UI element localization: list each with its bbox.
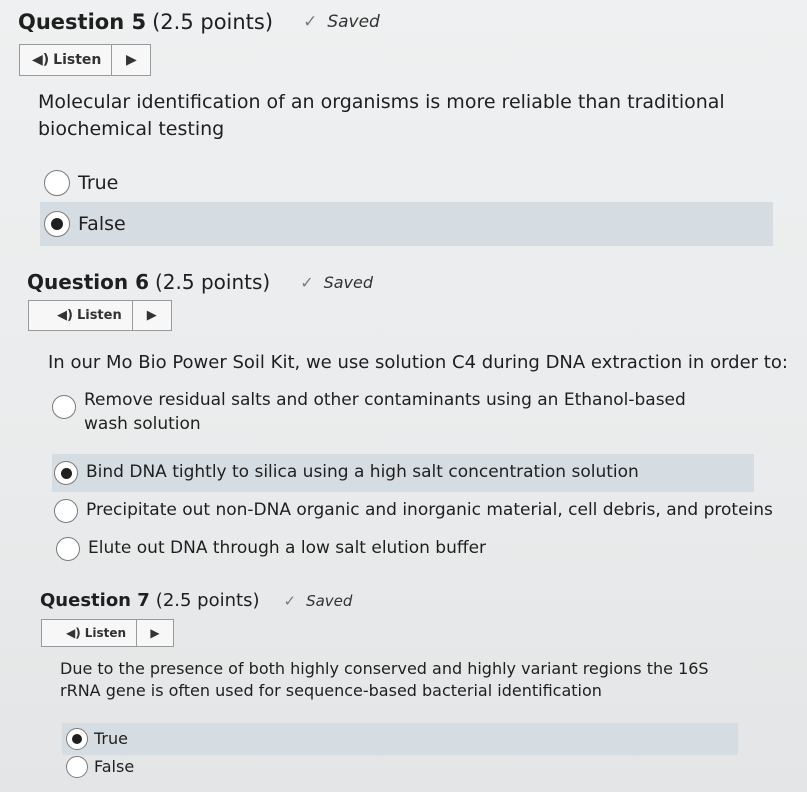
question-6-header: Question 6 (2.5 points) ✓ Saved xyxy=(27,270,373,294)
option-label: Remove residual salts and other contamin… xyxy=(84,390,686,434)
checkmark-icon: ✓ xyxy=(283,591,297,610)
option-label: Bind DNA tightly to silica using a high … xyxy=(86,462,639,483)
option-label: True xyxy=(78,171,119,194)
play-button[interactable]: ▶ xyxy=(112,45,150,75)
question-7-header: Question 7 (2.5 points) ✓ Saved xyxy=(40,590,352,611)
radio-button[interactable] xyxy=(52,395,76,419)
listen-label: Listen xyxy=(76,308,122,323)
listen-control: ◀) Listen ▶ xyxy=(41,619,175,647)
saved-label: Saved xyxy=(323,272,374,292)
play-icon: ▶ xyxy=(150,626,160,640)
radio-button-selected[interactable] xyxy=(44,211,70,237)
answer-option[interactable]: False xyxy=(62,752,262,782)
question-title: Question 7 xyxy=(40,590,150,611)
saved-label: Saved xyxy=(327,12,380,32)
speaker-icon: ◀) xyxy=(32,52,50,68)
question-points: (2.5 points) xyxy=(155,590,260,611)
radio-button[interactable] xyxy=(44,170,70,196)
play-button[interactable]: ▶ xyxy=(133,301,171,330)
play-icon: ▶ xyxy=(126,52,137,68)
radio-dot xyxy=(72,734,82,744)
radio-dot xyxy=(51,218,63,230)
saved-status: ✓ Saved xyxy=(283,592,352,610)
checkmark-icon: ✓ xyxy=(303,12,318,32)
option-label: False xyxy=(94,756,135,776)
listen-control: ◀) Listen ▶ xyxy=(28,300,172,331)
question-points: (2.5 points) xyxy=(152,10,274,34)
answer-option[interactable]: Elute out DNA through a low salt elution… xyxy=(56,533,556,565)
listen-control: ◀) Listen ▶ xyxy=(19,44,152,76)
speaker-icon: ◀) xyxy=(66,626,81,640)
play-button[interactable]: ▶ xyxy=(137,620,173,646)
question-prompt: Molecular identification of an organisms… xyxy=(38,91,725,140)
option-label: Precipitate out non-DNA organic and inor… xyxy=(86,500,773,521)
speaker-icon: ◀) xyxy=(57,308,73,323)
radio-button-selected[interactable] xyxy=(54,461,78,485)
answer-option-selected[interactable]: True xyxy=(62,723,738,755)
saved-status: ✓ Saved xyxy=(303,12,380,32)
answer-option[interactable]: Precipitate out non-DNA organic and inor… xyxy=(54,495,774,527)
radio-button[interactable] xyxy=(54,499,78,523)
answer-option-selected[interactable]: Bind DNA tightly to silica using a high … xyxy=(52,454,754,492)
radio-button-selected[interactable] xyxy=(66,728,88,750)
answer-option[interactable]: True xyxy=(40,167,770,199)
listen-button[interactable]: ◀) Listen xyxy=(42,620,138,646)
radio-button[interactable] xyxy=(66,756,88,778)
question-points: (2.5 points) xyxy=(154,270,271,294)
question-prompt: Due to the presence of both highly conse… xyxy=(60,659,709,701)
question-prompt: In our Mo Bio Power Soil Kit, we use sol… xyxy=(48,352,788,373)
option-label: False xyxy=(78,212,126,235)
radio-dot xyxy=(60,467,72,479)
option-label: Elute out DNA through a low salt elution… xyxy=(88,538,487,559)
listen-label: Listen xyxy=(53,52,102,68)
checkmark-icon: ✓ xyxy=(300,272,314,292)
question-5-header: Question 5 (2.5 points) ✓ Saved xyxy=(18,10,380,34)
answer-option[interactable]: Remove residual salts and other contamin… xyxy=(52,389,752,441)
saved-label: Saved xyxy=(306,591,353,610)
saved-status: ✓ Saved xyxy=(300,273,373,292)
listen-label: Listen xyxy=(84,626,127,640)
question-title: Question 5 xyxy=(18,10,147,34)
answer-option-selected[interactable]: False xyxy=(40,202,773,246)
radio-button[interactable] xyxy=(56,537,80,561)
option-label: True xyxy=(94,728,128,748)
play-icon: ▶ xyxy=(146,308,157,323)
listen-button[interactable]: ◀) Listen xyxy=(20,45,113,75)
question-title: Question 6 xyxy=(27,270,149,294)
listen-button[interactable]: ◀) Listen xyxy=(29,301,133,330)
